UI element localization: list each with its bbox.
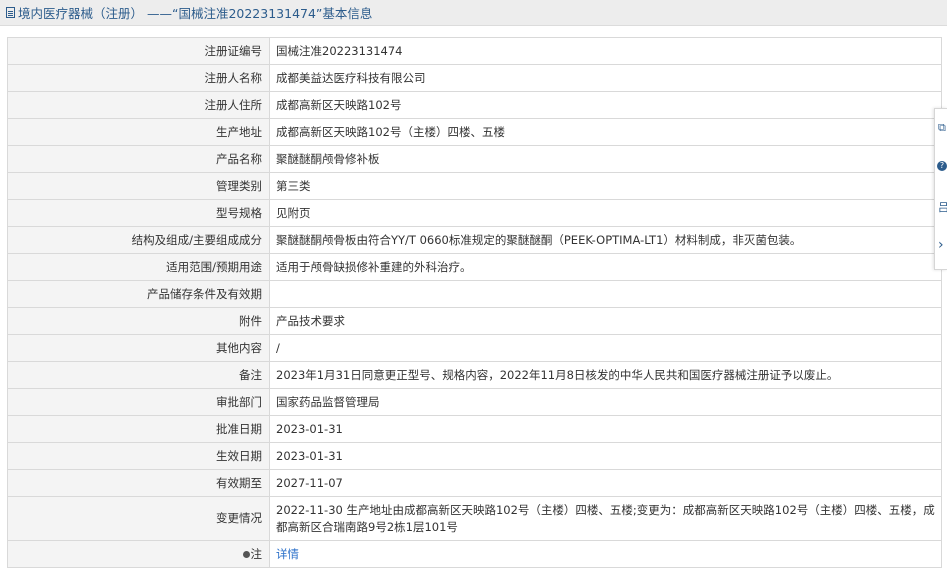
qrcode-icon[interactable]: 吕 [938, 199, 947, 215]
row-label-valid-until: 有效期至 [7, 469, 270, 497]
row-label-registration-number: 注册证编号 [7, 37, 270, 65]
table-row: 生效日期 2023-01-31 [7, 442, 942, 470]
pin-icon [242, 550, 250, 558]
row-value-other-content: / [269, 334, 942, 362]
row-value-approval-date: 2023-01-31 [269, 415, 942, 443]
row-label-production-address: 生产地址 [7, 118, 270, 146]
row-label-storage-validity: 产品储存条件及有效期 [7, 280, 270, 308]
share-icon[interactable]: ⧉ [938, 121, 947, 135]
row-value-attachment: 产品技术要求 [269, 307, 942, 335]
note-label: 注 [250, 546, 263, 561]
table-row: 注册人名称 成都美益达医疗科技有限公司 [7, 64, 942, 92]
table-row: 其他内容 / [7, 334, 942, 362]
table-row: 备注 2023年1月31日同意更正型号、规格内容，2022年11月8日核发的中华人… [7, 361, 942, 389]
info-table: 注册证编号 国械注准20223131474 注册人名称 成都美益达医疗科技有限公司 … [7, 37, 942, 568]
table-row: 产品储存条件及有效期 [7, 280, 942, 308]
table-row: 适用范围/预期用途 适用于颅骨缺损修补重建的外科治疗。 [7, 253, 942, 281]
table-row: 注册证编号 国械注准20223131474 [7, 37, 942, 65]
table-row: 附件 产品技术要求 [7, 307, 942, 335]
row-label-structure-composition: 结构及组成/主要组成成分 [7, 226, 270, 254]
row-label-attachment: 附件 [7, 307, 270, 335]
row-label-model-spec: 型号规格 [7, 199, 270, 227]
row-value-production-address: 成都高新区天映路102号（主楼）四楼、五楼 [269, 118, 942, 146]
row-value-note: 详情 [269, 540, 942, 568]
row-value-remarks: 2023年1月31日同意更正型号、规格内容，2022年11月8日核发的中华人民共… [269, 361, 942, 389]
table-row: 变更情况 2022-11-30 生产地址由成都高新区天映路102号（主楼）四楼、五… [7, 496, 942, 541]
row-value-registrant-address: 成都高新区天映路102号 [269, 91, 942, 119]
row-value-model-spec: 见附页 [269, 199, 942, 227]
row-label-registrant-address: 注册人住所 [7, 91, 270, 119]
row-label-effective-date: 生效日期 [7, 442, 270, 470]
row-value-change-history: 2022-11-30 生产地址由成都高新区天映路102号（主楼）四楼、五楼;变更… [269, 496, 942, 541]
row-label-approval-date: 批准日期 [7, 415, 270, 443]
row-value-management-category: 第三类 [269, 172, 942, 200]
row-value-valid-until: 2027-11-07 [269, 469, 942, 497]
table-row: 审批部门 国家药品监督管理局 [7, 388, 942, 416]
side-toolbar: ⧉ ? 吕 › [934, 108, 947, 270]
row-value-structure-composition: 聚醚醚酮颅骨板由符合YY/T 0660标准规定的聚醚醚酮（PEEK-OPTIMA… [269, 226, 942, 254]
help-icon[interactable]: ? [937, 161, 947, 171]
table-row: 型号规格 见附页 [7, 199, 942, 227]
table-row: 有效期至 2027-11-07 [7, 469, 942, 497]
table-row: 管理类别 第三类 [7, 172, 942, 200]
page-title: 境内医疗器械（注册） ——“国械注准20223131474”基本信息 [18, 6, 373, 21]
row-label-change-history: 变更情况 [7, 496, 270, 541]
row-value-product-name: 聚醚醚酮颅骨修补板 [269, 145, 942, 173]
row-label-intended-use: 适用范围/预期用途 [7, 253, 270, 281]
row-label-product-name: 产品名称 [7, 145, 270, 173]
table-row: 生产地址 成都高新区天映路102号（主楼）四楼、五楼 [7, 118, 942, 146]
row-label-management-category: 管理类别 [7, 172, 270, 200]
table-row: 注 详情 [7, 540, 942, 568]
row-value-storage-validity [269, 280, 942, 308]
row-label-note: 注 [7, 540, 270, 568]
row-label-approval-department: 审批部门 [7, 388, 270, 416]
collapse-arrow-icon[interactable]: › [938, 237, 947, 253]
table-row: 注册人住所 成都高新区天映路102号 [7, 91, 942, 119]
row-value-effective-date: 2023-01-31 [269, 442, 942, 470]
details-link[interactable]: 详情 [276, 547, 299, 561]
table-row: 结构及组成/主要组成成分 聚醚醚酮颅骨板由符合YY/T 0660标准规定的聚醚醚酮… [7, 226, 942, 254]
row-label-registrant-name: 注册人名称 [7, 64, 270, 92]
row-label-other-content: 其他内容 [7, 334, 270, 362]
row-value-registration-number: 国械注准20223131474 [269, 37, 942, 65]
row-value-approval-department: 国家药品监督管理局 [269, 388, 942, 416]
row-value-registrant-name: 成都美益达医疗科技有限公司 [269, 64, 942, 92]
table-row: 批准日期 2023-01-31 [7, 415, 942, 443]
document-icon [6, 7, 15, 18]
page-header: 境内医疗器械（注册） ——“国械注准20223131474”基本信息 [0, 0, 947, 26]
row-label-remarks: 备注 [7, 361, 270, 389]
row-value-intended-use: 适用于颅骨缺损修补重建的外科治疗。 [269, 253, 942, 281]
table-row: 产品名称 聚醚醚酮颅骨修补板 [7, 145, 942, 173]
